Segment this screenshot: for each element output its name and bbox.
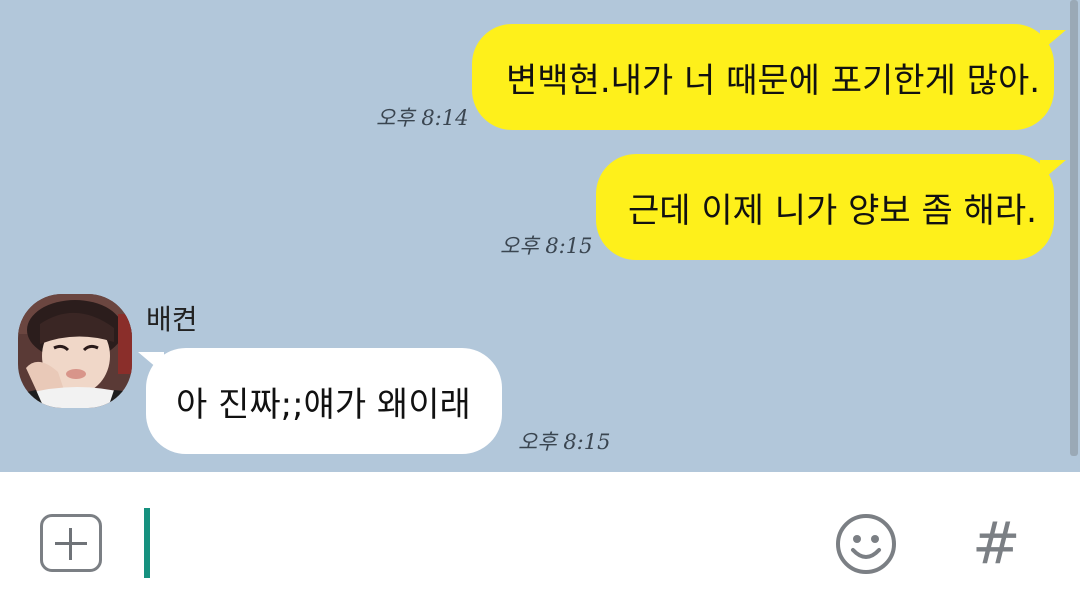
hash-icon: #: [972, 509, 1021, 577]
sender-name: 배켠: [146, 303, 198, 336]
chat-area[interactable]: 변백현.내가 너 때문에 포기한게 많아. 오후 8:14 근데 이제 니가 양…: [0, 0, 1080, 472]
attach-button[interactable]: [40, 514, 102, 572]
message-bubble-sent[interactable]: 변백현.내가 너 때문에 포기한게 많아.: [472, 24, 1054, 130]
message-text: 아 진짜;;얘가 왜이래: [176, 384, 471, 425]
message-bubble-sent[interactable]: 근데 이제 니가 양보 좀 해라.: [596, 154, 1054, 260]
message-text: 근데 이제 니가 양보 좀 해라.: [628, 190, 1037, 231]
emoji-button[interactable]: [834, 512, 898, 576]
input-bar: [0, 472, 1080, 616]
hash-button[interactable]: #: [972, 514, 1021, 572]
bubble-tail: [1040, 160, 1066, 182]
profile-photo: [18, 294, 132, 408]
smiley-icon: [836, 514, 896, 574]
message-time: 오후 8:15: [500, 234, 593, 258]
message-text: 변백현.내가 너 때문에 포기한게 많아.: [506, 60, 1041, 101]
scrollbar[interactable]: [1070, 0, 1078, 456]
message-input[interactable]: [144, 508, 150, 578]
bubble-tail: [138, 352, 164, 374]
message-time: 오후 8:14: [376, 106, 469, 130]
message-time: 오후 8:15: [518, 430, 611, 454]
bubble-tail: [1040, 30, 1066, 52]
avatar[interactable]: [18, 294, 132, 408]
message-bubble-received[interactable]: 아 진짜;;얘가 왜이래: [146, 348, 502, 454]
